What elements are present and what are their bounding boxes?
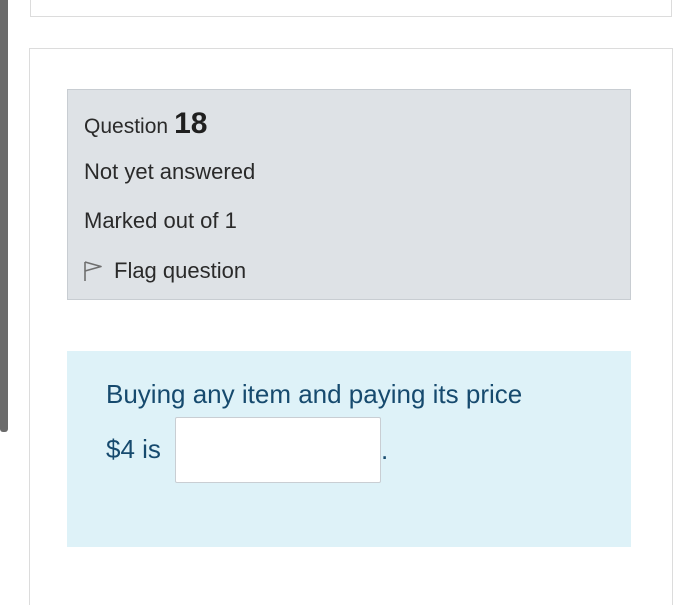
flag-icon (82, 259, 104, 283)
question-info-panel: Question 18 Not yet answered Marked out o… (67, 89, 631, 300)
question-text-suffix: . (381, 435, 389, 465)
question-text-prefix: $4 is (106, 434, 161, 464)
question-content: Buying any item and paying its price $4 … (67, 351, 631, 547)
question-state: Not yet answered (84, 159, 256, 184)
scrollbar[interactable] (0, 0, 8, 432)
previous-question-card (30, 0, 672, 17)
question-text-line1: Buying any item and paying its price (106, 379, 523, 409)
question-number: 18 (174, 107, 208, 140)
page: Question 18 Not yet answered Marked out o… (0, 0, 700, 605)
flag-question-link[interactable]: Flag question (82, 257, 246, 285)
question-label: Question (84, 115, 169, 138)
question-grade: Marked out of 1 (84, 208, 237, 233)
question-heading: Question 18 (84, 107, 207, 141)
flag-question-label: Flag question (114, 258, 247, 283)
answer-input[interactable] (175, 417, 381, 483)
